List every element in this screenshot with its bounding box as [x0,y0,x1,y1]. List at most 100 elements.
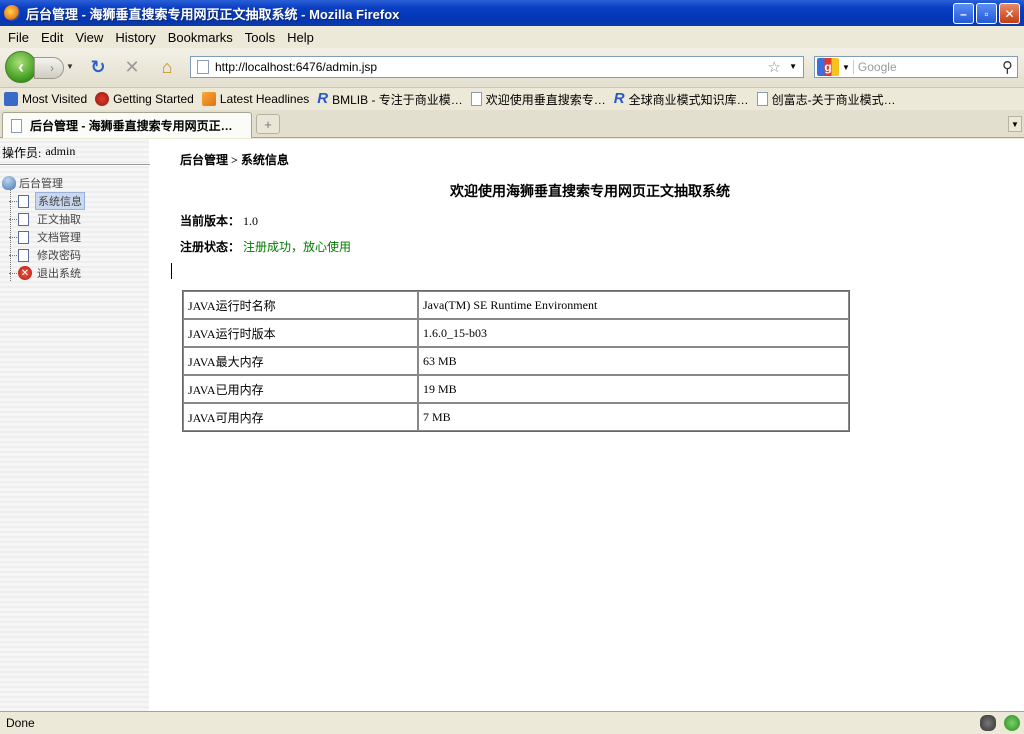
tab-admin[interactable]: 后台管理 - 海狮垂直搜索专用网页正… [2,112,252,138]
bookmark-most-visited[interactable]: Most Visited [4,92,87,106]
table-key: JAVA运行时名称 [183,291,418,319]
most-visited-icon [4,92,18,106]
tab-title: 后台管理 - 海狮垂直搜索专用网页正… [30,119,233,133]
version-label: 当前版本： [180,214,241,228]
bookmark-star-icon[interactable]: ☆ [768,58,781,76]
history-dropdown-icon[interactable]: ▼ [66,62,74,71]
table-row: JAVA最大内存 63 MB [183,347,849,375]
page-icon [18,248,29,262]
table-value: 7 MB [418,403,849,431]
table-row: JAVA运行时版本 1.6.0_15-b03 [183,319,849,347]
table-row: JAVA已用内存 19 MB [183,375,849,403]
bmlib-icon: R [613,90,625,107]
new-tab-button[interactable]: + [256,114,280,134]
google-engine-icon[interactable]: g [817,58,839,76]
page-icon [11,118,22,133]
menu-history[interactable]: History [109,30,161,45]
table-key: JAVA最大内存 [183,347,418,375]
bookmarks-toolbar: Most Visited Getting Started Latest Head… [0,88,1024,110]
bookmark-chuangfuzhi[interactable]: 创富志-关于商业模式… [756,91,896,108]
bookmark-welcome[interactable]: 欢迎使用垂直搜索专… [470,91,606,108]
sidebar-item-documents[interactable]: 文档管理 [2,228,85,246]
bookmark-getting-started[interactable]: Getting Started [95,92,194,106]
status-bar: Done [0,711,1024,734]
tree-root[interactable]: 后台管理 [2,174,85,192]
menu-view[interactable]: View [69,30,109,45]
status-text: Done [6,716,35,730]
version-value: 1.0 [243,214,259,228]
search-icon[interactable]: ⚲ [1002,58,1013,76]
menu-edit[interactable]: Edit [35,30,69,45]
table-value: 19 MB [418,375,849,403]
operator-label: 操作员: [2,146,42,160]
registration-row: 注册状态： 注册成功，放心使用 [180,238,351,255]
table-value: 63 MB [418,347,849,375]
close-window-button[interactable]: ✕ [999,3,1020,24]
sidebar-item-change-password[interactable]: 修改密码 [2,246,85,264]
sidebar: 操作员: admin 后台管理 系统信息 正文抽取 文档管理 修改密码 ✕ 退出… [0,139,150,711]
page-icon [470,92,482,106]
table-value: Java(TM) SE Runtime Environment [418,291,849,319]
page-icon [18,194,29,208]
page-icon [18,212,29,226]
text-caret [171,263,172,279]
table-row: JAVA可用内存 7 MB [183,403,849,431]
sidebar-item-logout[interactable]: ✕ 退出系统 [2,264,85,282]
menu-file[interactable]: File [2,30,35,45]
maximize-button[interactable]: ▫ [976,3,997,24]
page-title: 欢迎使用海狮垂直搜索专用网页正文抽取系统 [450,185,730,200]
tab-list-dropdown-icon[interactable]: ▼ [1008,116,1022,132]
getting-started-icon [95,92,110,106]
bmlib-icon: R [317,90,329,107]
bookmark-latest-headlines[interactable]: Latest Headlines [201,92,309,106]
version-row: 当前版本： 1.0 [180,212,258,229]
registration-value: 注册成功，放心使用 [243,240,352,254]
admin-root-icon [2,176,16,190]
operator-name: admin [45,144,76,158]
forward-button[interactable]: › [34,57,64,79]
sidebar-item-extract[interactable]: 正文抽取 [2,210,85,228]
menu-bookmarks[interactable]: Bookmarks [162,30,239,45]
page-content: 操作员: admin 后台管理 系统信息 正文抽取 文档管理 修改密码 ✕ 退出… [0,139,1024,711]
breadcrumb: 后台管理 > 系统信息 [180,153,289,167]
back-button[interactable]: ‹ [5,51,37,83]
reload-icon[interactable]: ↻ [87,56,109,78]
minimize-button[interactable]: – [953,3,974,24]
sidebar-divider [0,164,150,166]
table-key: JAVA已用内存 [183,375,418,403]
window-titlebar: 后台管理 - 海狮垂直搜索专用网页正文抽取系统 - Mozilla Firefo… [0,0,1024,26]
nav-tree: 后台管理 系统信息 正文抽取 文档管理 修改密码 ✕ 退出系统 [2,174,85,282]
engine-dropdown-icon[interactable]: ▼ [842,63,850,72]
url-dropdown-icon[interactable]: ▼ [789,62,797,71]
main-panel: 后台管理 > 系统信息 欢迎使用海狮垂直搜索专用网页正文抽取系统 当前版本： 1… [150,139,1024,711]
menu-help[interactable]: Help [281,30,320,45]
security-status-icon[interactable] [1004,715,1020,731]
rss-icon [201,92,216,106]
system-info-table: JAVA运行时名称 Java(TM) SE Runtime Environmen… [182,290,850,432]
stop-icon[interactable]: ✕ [121,56,143,78]
operator-info: 操作员: admin [2,144,75,161]
address-bar[interactable]: http://localhost:6476/admin.jsp ☆ ▼ [190,56,804,78]
url-text[interactable]: http://localhost:6476/admin.jsp [215,60,377,74]
table-key: JAVA可用内存 [183,403,418,431]
menu-bar: File Edit View History Bookmarks Tools H… [0,26,1024,48]
table-key: JAVA运行时版本 [183,319,418,347]
sidebar-item-system-info[interactable]: 系统信息 [2,192,85,210]
bookmark-bmlib[interactable]: R BMLIB - 专注于商业模… [317,91,463,108]
page-icon [756,92,768,106]
table-row: JAVA运行时名称 Java(TM) SE Runtime Environmen… [183,291,849,319]
window-title: 后台管理 - 海狮垂直搜索专用网页正文抽取系统 - Mozilla Firefo… [26,6,400,22]
menu-tools[interactable]: Tools [239,30,281,45]
bookmark-global-bm[interactable]: R 全球商业模式知识库… [614,91,749,108]
home-icon[interactable]: ⌂ [156,56,178,78]
tab-strip: 后台管理 - 海狮垂直搜索专用网页正… + ▼ [0,110,1024,138]
search-input[interactable]: Google [852,60,897,74]
exit-icon: ✕ [18,266,32,280]
page-icon [197,60,209,74]
registration-label: 注册状态： [180,240,241,254]
table-value: 1.6.0_15-b03 [418,319,849,347]
search-bar[interactable]: g ▼ Google ⚲ [814,56,1018,78]
page-icon [18,230,29,244]
firefox-logo-icon [4,5,20,21]
firebug-icon[interactable] [980,715,996,731]
